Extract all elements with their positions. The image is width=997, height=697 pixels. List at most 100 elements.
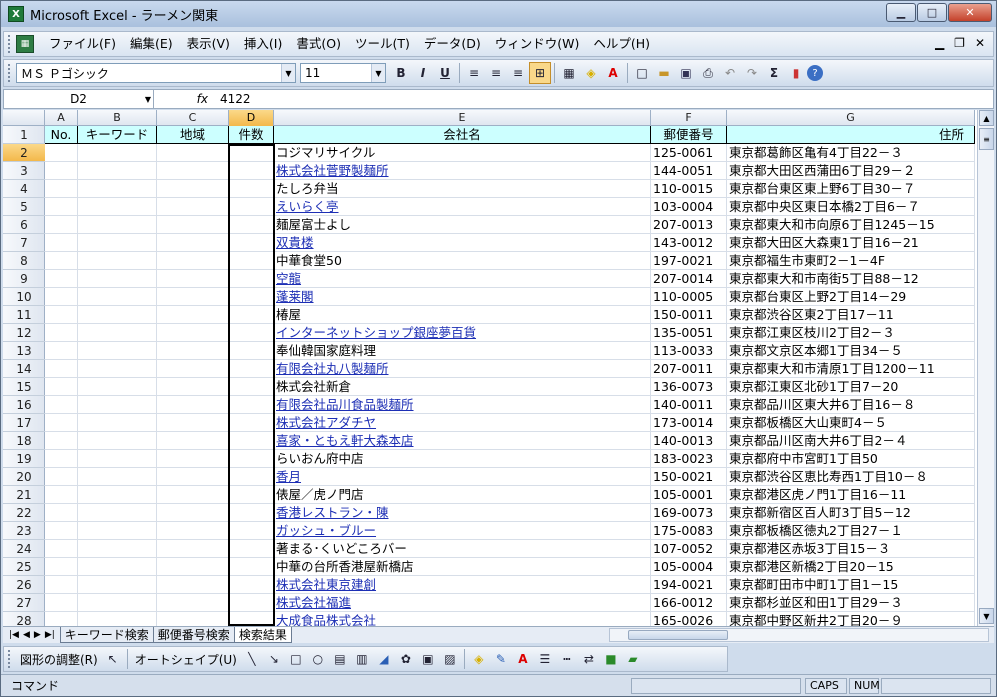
empty-cell[interactable] <box>45 162 78 180</box>
zip-cell[interactable]: 140-0011 <box>651 396 727 414</box>
address-cell[interactable]: 東京都中野区新井2丁目20－９ <box>727 612 975 626</box>
print-icon[interactable]: ⎙ <box>697 62 719 84</box>
autosum-button[interactable]: Σ <box>763 62 785 84</box>
redo-icon[interactable]: ↷ <box>741 62 763 84</box>
column-header-g[interactable]: G <box>727 110 975 126</box>
scroll-up-icon[interactable]: ▲ <box>979 110 994 126</box>
address-cell[interactable]: 東京都江東区北砂1丁目7－20 <box>727 378 975 396</box>
empty-cell[interactable] <box>45 180 78 198</box>
company-name-cell[interactable]: らいおん府中店 <box>274 450 651 468</box>
company-name-cell[interactable]: 中華食堂50 <box>274 252 651 270</box>
row-header[interactable]: 9 <box>3 270 45 288</box>
empty-cell[interactable] <box>78 360 157 378</box>
empty-cell[interactable] <box>78 216 157 234</box>
address-cell[interactable]: 東京都港区虎ノ門1丁目16－11 <box>727 486 975 504</box>
company-name-cell[interactable]: 有限会社品川食品製麺所 <box>274 396 651 414</box>
font-color-icon[interactable]: A <box>512 648 534 670</box>
empty-cell[interactable] <box>78 144 157 162</box>
next-sheet-icon[interactable]: ▶ <box>34 630 41 640</box>
zip-cell[interactable]: 105-0004 <box>651 558 727 576</box>
empty-cell[interactable] <box>157 558 229 576</box>
align-center-icon[interactable]: ≡ <box>485 62 507 84</box>
empty-cell[interactable] <box>45 486 78 504</box>
empty-cell[interactable] <box>45 324 78 342</box>
zip-cell[interactable]: 207-0013 <box>651 216 727 234</box>
company-link[interactable]: 株式会社東京建創 <box>276 577 376 592</box>
rectangle-icon[interactable]: □ <box>285 648 307 670</box>
empty-cell[interactable] <box>157 324 229 342</box>
company-link[interactable]: 株式会社アダチヤ <box>276 415 376 430</box>
font-name-select[interactable]: ＭＳ Ｐゴシック ▼ <box>16 63 296 83</box>
chevron-down-icon[interactable]: ▼ <box>371 64 385 82</box>
empty-cell[interactable] <box>45 252 78 270</box>
empty-cell[interactable] <box>157 504 229 522</box>
name-box[interactable]: D2 ▼ <box>4 90 154 108</box>
zip-cell[interactable]: 136-0073 <box>651 378 727 396</box>
empty-cell[interactable] <box>157 378 229 396</box>
empty-cell[interactable] <box>45 198 78 216</box>
row-header[interactable]: 11 <box>3 306 45 324</box>
open-folder-icon[interactable]: ▬ <box>653 62 675 84</box>
zip-cell[interactable]: 110-0015 <box>651 180 727 198</box>
zip-cell[interactable]: 169-0073 <box>651 504 727 522</box>
address-cell[interactable]: 東京都品川区東大井6丁目16－８ <box>727 396 975 414</box>
column-header-a[interactable]: A <box>45 110 78 126</box>
empty-cell[interactable] <box>78 576 157 594</box>
row-header[interactable]: 10 <box>3 288 45 306</box>
chevron-down-icon[interactable]: ▼ <box>281 64 295 82</box>
menu-file[interactable]: ファイル(F) <box>42 32 123 56</box>
bold-button[interactable]: B <box>390 62 412 84</box>
header-keyword[interactable]: キーワード <box>78 126 157 144</box>
empty-cell[interactable] <box>157 198 229 216</box>
zip-cell[interactable]: 113-0033 <box>651 342 727 360</box>
formula-input[interactable]: 4122 <box>214 92 251 106</box>
save-icon[interactable]: ▣ <box>675 62 697 84</box>
select-all-corner[interactable] <box>3 110 45 126</box>
empty-cell[interactable] <box>157 594 229 612</box>
column-header-e[interactable]: E <box>274 110 651 126</box>
empty-cell[interactable] <box>78 198 157 216</box>
align-right-icon[interactable]: ≡ <box>507 62 529 84</box>
company-link[interactable]: インターネットショップ銀座夢百貨 <box>276 325 476 340</box>
address-cell[interactable]: 東京都中央区東日本橋2丁目6－７ <box>727 198 975 216</box>
zip-cell[interactable]: 135-0051 <box>651 324 727 342</box>
empty-cell[interactable] <box>78 180 157 198</box>
address-cell[interactable]: 東京都大田区大森東1丁目16－21 <box>727 234 975 252</box>
doc-minimize-icon[interactable]: ▁ <box>935 36 944 50</box>
column-header-c[interactable]: C <box>157 110 229 126</box>
empty-cell[interactable] <box>157 576 229 594</box>
zip-cell[interactable]: 194-0021 <box>651 576 727 594</box>
zip-cell[interactable]: 143-0012 <box>651 234 727 252</box>
empty-cell[interactable] <box>157 396 229 414</box>
address-cell[interactable]: 東京都台東区東上野6丁目30－７ <box>727 180 975 198</box>
menu-view[interactable]: 表示(V) <box>180 32 237 56</box>
empty-cell[interactable] <box>78 432 157 450</box>
underline-button[interactable]: U <box>434 62 456 84</box>
row-header[interactable]: 12 <box>3 324 45 342</box>
row-header[interactable]: 3 <box>3 162 45 180</box>
menu-help[interactable]: ヘルプ(H) <box>586 32 657 56</box>
menu-grip[interactable] <box>8 35 12 53</box>
empty-cell[interactable] <box>45 558 78 576</box>
menu-data[interactable]: データ(D) <box>417 32 488 56</box>
row-header[interactable]: 19 <box>3 450 45 468</box>
row-header[interactable]: 18 <box>3 432 45 450</box>
horizontal-scrollbar[interactable] <box>609 628 989 642</box>
company-name-cell[interactable]: 株式会社菅野製麺所 <box>274 162 651 180</box>
wordart-icon[interactable]: ◢ <box>373 648 395 670</box>
scroll-down-icon[interactable]: ▼ <box>979 608 994 624</box>
company-name-cell[interactable]: たしろ弁当 <box>274 180 651 198</box>
zip-cell[interactable]: 173-0014 <box>651 414 727 432</box>
line-style-icon[interactable]: ☰ <box>534 648 556 670</box>
company-link[interactable]: 有限会社丸八製麺所 <box>276 361 389 376</box>
empty-cell[interactable] <box>45 288 78 306</box>
row-header[interactable]: 1 <box>3 126 45 144</box>
empty-cell[interactable] <box>45 360 78 378</box>
cell-grid[interactable]: No. キーワード 地域 件数 会社名 郵便番号 住所 コジマリサイクル 125-… <box>45 126 975 626</box>
address-cell[interactable]: 東京都品川区南大井6丁目2－４ <box>727 432 975 450</box>
select-pointer-icon[interactable]: ↖ <box>102 648 124 670</box>
empty-cell[interactable] <box>157 540 229 558</box>
zip-cell[interactable]: 140-0013 <box>651 432 727 450</box>
workbook-icon[interactable]: ▦ <box>16 35 34 53</box>
row-header[interactable]: 24 <box>3 540 45 558</box>
